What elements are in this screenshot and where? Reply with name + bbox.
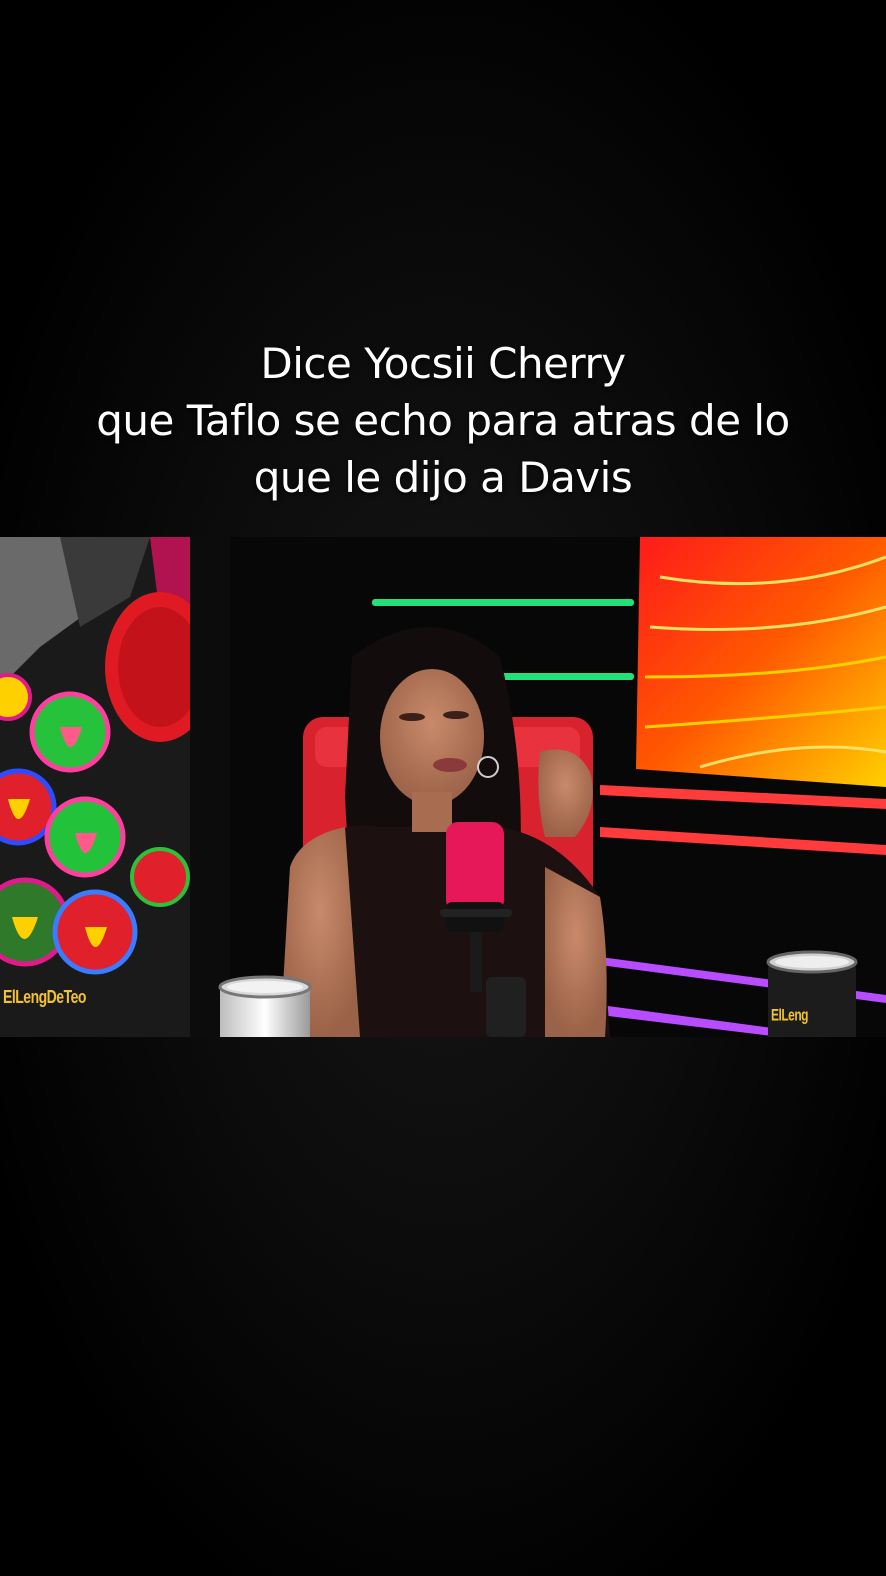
- video-scene: [0, 537, 886, 1037]
- caption-line-2: que Taflo se echo para atras de lo: [96, 396, 790, 445]
- video-frame[interactable]: ElLengDeTeo ElLeng: [0, 537, 886, 1037]
- left-mural: [0, 537, 215, 1037]
- caption-line-1: Dice Yocsii Cherry: [260, 339, 626, 388]
- watermark-logo-left: ElLengDeTeo: [3, 985, 86, 1007]
- studio-pillar: [190, 537, 230, 1037]
- video-caption: Dice Yocsii Cherry que Taflo se echo par…: [0, 335, 886, 506]
- caption-line-3: que le dijo a Davis: [253, 453, 633, 502]
- watermark-logo-right: ElLeng: [771, 1005, 809, 1025]
- face: [380, 669, 484, 805]
- neon-strip-green-mid: [500, 673, 634, 680]
- cup-left: [218, 975, 312, 1037]
- neon-strip-green-top: [372, 599, 634, 606]
- orange-panel-screen: [636, 537, 886, 787]
